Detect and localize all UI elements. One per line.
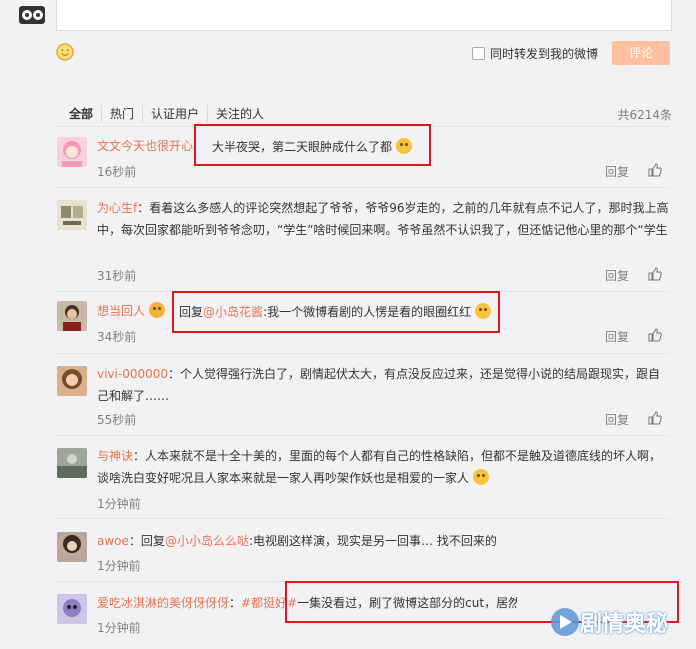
reply-button[interactable]: 回复 — [605, 328, 629, 345]
comment-text: awoe：回复@小小岛么么哒:电视剧这样演，现实是另一回事… 找不回来的 — [97, 534, 497, 548]
comment-text: 与神诀：人本来就不是十全十美的，里面的每个人都有自己的性格缺陷，但都不是触及道德… — [97, 449, 662, 485]
avatar[interactable] — [57, 594, 87, 624]
thinking-emoji-icon — [472, 469, 489, 485]
comment-text: 为心生f：看着这么多感人的评论突然想起了爷爷，爷爷96岁走的，之前的几年就有点不… — [97, 201, 669, 237]
comment-time: 34秒前 — [97, 330, 137, 344]
divider — [56, 187, 670, 188]
tab-hot[interactable]: 热门 — [101, 105, 142, 122]
avatar[interactable] — [57, 366, 87, 396]
emoji-smile-icon[interactable] — [56, 43, 74, 61]
divider — [56, 518, 670, 519]
thumbs-up-icon[interactable] — [648, 163, 662, 177]
avatar[interactable] — [57, 301, 87, 331]
comment-username[interactable]: 为心生f — [97, 201, 137, 215]
tab-all[interactable]: 全部 — [69, 105, 101, 122]
comment-total-count: 共6214条 — [617, 108, 672, 122]
thumbs-up-icon[interactable] — [648, 411, 662, 425]
comment-body: 想当回人 — [97, 300, 177, 322]
film-reel-avatar-icon — [15, 0, 49, 30]
comment-username[interactable]: 想当回人 — [97, 304, 145, 318]
comment-time: 16秒前 — [97, 165, 137, 179]
sync-to-weibo-label: 同时转发到我的微博 — [490, 47, 599, 61]
mention-link[interactable]: @小小岛么么哒 — [165, 534, 249, 548]
tab-verified[interactable]: 认证用户 — [142, 105, 207, 122]
comment-filter-tabs: 全部 热门 认证用户 关注的人 — [69, 105, 272, 125]
avatar[interactable] — [57, 532, 87, 562]
reply-button[interactable]: 回复 — [605, 163, 629, 180]
comment-username[interactable]: 爱吃冰淇淋的美伢伢伢伢 — [97, 596, 229, 610]
avatar[interactable] — [57, 200, 87, 230]
watermark-text: 剧情奥秘 — [580, 612, 669, 637]
comment-time: 1分钟前 — [97, 621, 141, 635]
submit-comment-button[interactable]: 评论 — [612, 41, 670, 65]
comment-time: 1分钟前 — [97, 497, 141, 511]
comment-username[interactable]: awoe — [97, 534, 129, 548]
comment-username[interactable]: vivi-000000 — [97, 367, 168, 381]
reply-button[interactable]: 回复 — [605, 267, 629, 284]
highlight-box — [194, 124, 431, 166]
tab-following[interactable]: 关注的人 — [207, 105, 272, 122]
avatar[interactable] — [57, 137, 87, 167]
comment-time: 31秒前 — [97, 269, 137, 283]
reply-button[interactable]: 回复 — [605, 411, 629, 428]
divider — [56, 353, 670, 354]
thumbs-up-icon[interactable] — [648, 328, 662, 342]
comment-username[interactable]: 文文今天也很开心 — [97, 139, 193, 153]
comment-time: 55秒前 — [97, 413, 137, 427]
comment-text: vivi-000000：个人觉得强行洗白了，剧情起伏太大，有点没反应过来，还是觉… — [97, 367, 661, 403]
thumbs-up-icon[interactable] — [648, 267, 662, 281]
avatar[interactable] — [57, 448, 87, 478]
sync-to-weibo-checkbox[interactable] — [472, 47, 485, 60]
comment-time: 1分钟前 — [97, 559, 141, 573]
comment-textarea[interactable] — [56, 0, 672, 31]
highlight-box — [172, 291, 500, 333]
comment-username[interactable]: 与神诀 — [97, 449, 133, 463]
crown-badge-icon — [148, 302, 165, 318]
divider — [56, 435, 670, 436]
